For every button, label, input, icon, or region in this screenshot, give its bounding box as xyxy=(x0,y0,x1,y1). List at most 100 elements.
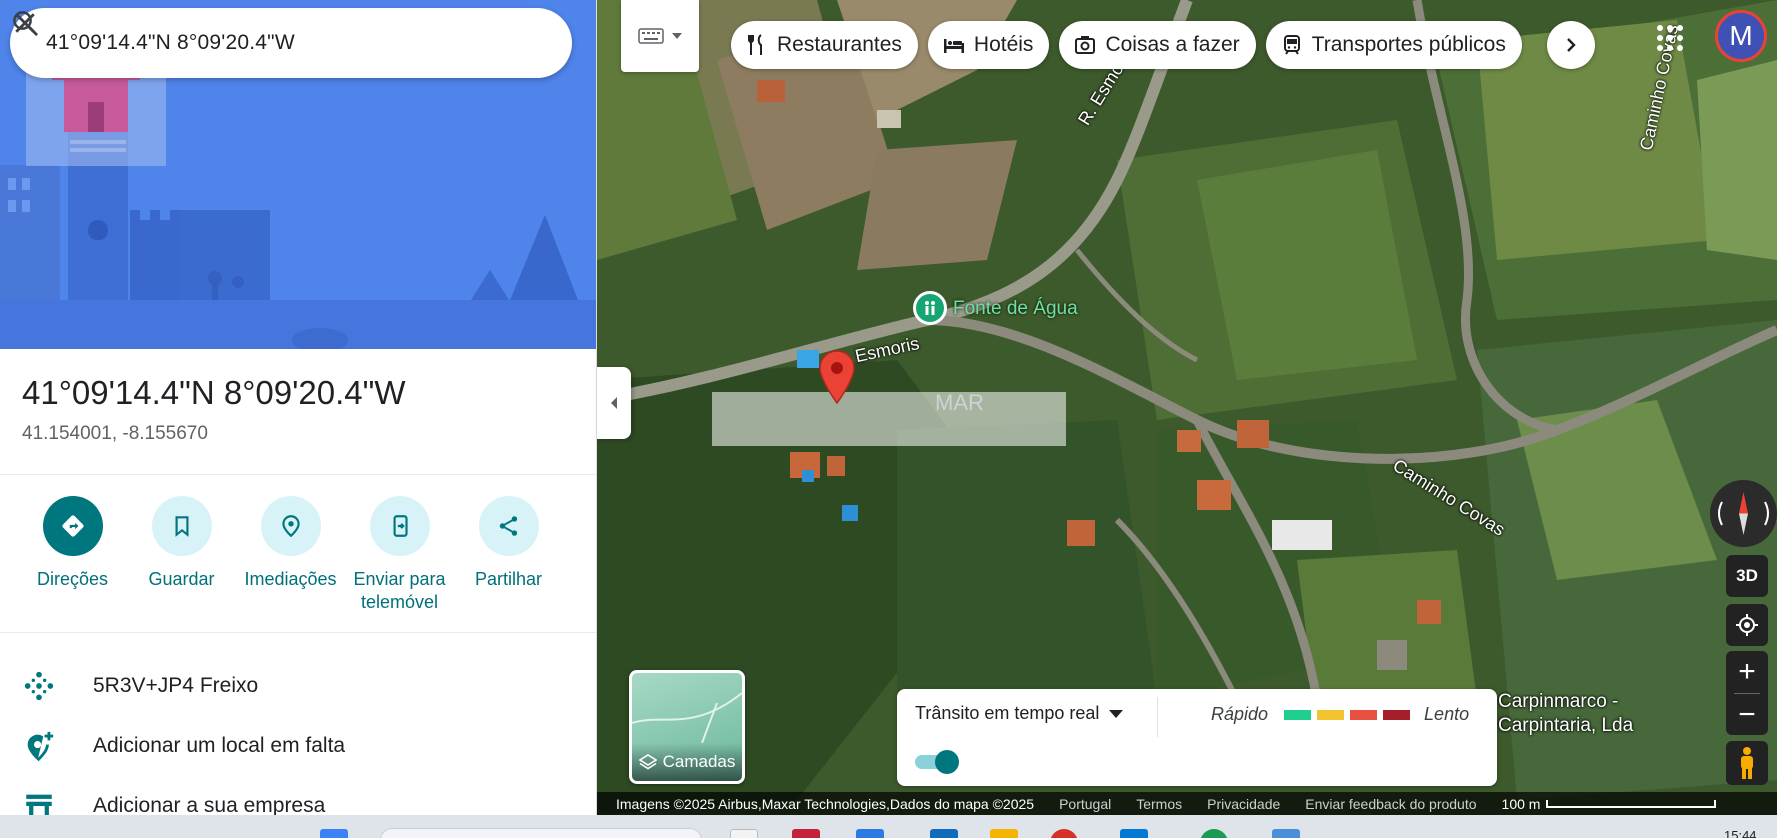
divider xyxy=(0,632,596,633)
chevron-left-icon xyxy=(611,397,617,409)
os-taskbar: 15:44 xyxy=(0,815,1777,838)
chips-next-button[interactable] xyxy=(1547,21,1595,69)
chip-things-to-do-label: Coisas a fazer xyxy=(1105,33,1240,56)
pegman-icon xyxy=(1741,747,1753,779)
taskbar-search[interactable] xyxy=(380,828,702,838)
send-to-phone-label: Enviar para telemóvel xyxy=(353,569,446,612)
store-icon xyxy=(0,789,93,815)
country-link[interactable]: Portugal xyxy=(1059,796,1111,812)
chevron-down-icon xyxy=(672,33,682,39)
terms-link[interactable]: Termos xyxy=(1136,796,1182,812)
action-bar: Direções Guardar Imediações Enviar para … xyxy=(0,496,596,614)
directions-label: Direções xyxy=(36,569,109,589)
taskbar-clock[interactable]: 15:44 xyxy=(1724,828,1757,838)
collapse-panel-button[interactable] xyxy=(597,367,631,439)
add-place-icon xyxy=(0,729,93,763)
bookmark-icon xyxy=(151,496,212,556)
add-place-text: Adicionar um local em falta xyxy=(93,734,346,757)
taskbar-app-icon[interactable] xyxy=(856,829,884,838)
nearby-button[interactable]: Imediações xyxy=(236,496,345,614)
share-button[interactable]: Partilhar xyxy=(454,496,563,614)
place-coordinates: 41.154001, -8.155670 xyxy=(22,423,208,444)
toggle-knob xyxy=(935,750,959,774)
fountain-poi-label[interactable]: Fonte de Água xyxy=(953,298,1078,320)
share-label: Partilhar xyxy=(474,569,543,589)
camera-icon xyxy=(1075,36,1096,54)
traffic-type-select[interactable]: Trânsito em tempo real xyxy=(915,703,1124,724)
nearby-icon xyxy=(260,496,321,556)
taskbar-app-icon[interactable] xyxy=(990,829,1018,838)
compass-control[interactable] xyxy=(1710,480,1777,547)
watermark-text: MAR xyxy=(935,390,984,415)
save-button[interactable]: Guardar xyxy=(127,496,236,614)
restaurant-icon xyxy=(748,34,762,55)
chip-hotels-label: Hotéis xyxy=(973,33,1034,56)
directions-icon xyxy=(42,496,103,556)
chip-transit-label: Transportes públicos xyxy=(1311,33,1506,56)
traffic-select-label: Trânsito em tempo real xyxy=(915,703,1100,723)
fountain-poi-marker[interactable] xyxy=(913,291,947,325)
toggle-3d-button[interactable]: 3D xyxy=(1726,555,1768,597)
search-input[interactable]: 41°09'14.4"N 8°09'20.4"W xyxy=(46,31,454,55)
traffic-toggle[interactable] xyxy=(915,750,959,774)
category-chips: Restaurantes Hotéis Coisas a fazer Trans… xyxy=(731,21,1522,69)
hotel-icon xyxy=(943,39,964,53)
layers-button[interactable]: Camadas xyxy=(629,670,745,784)
watermark-overlay xyxy=(712,392,1066,446)
taskbar-app-icon[interactable] xyxy=(1120,829,1148,838)
start-menu-icon[interactable] xyxy=(320,829,348,838)
imagery-attribution: Imagens ©2025 Airbus,Maxar Technologies,… xyxy=(616,795,1035,812)
scale-ruler xyxy=(1546,799,1717,808)
divider xyxy=(0,474,596,475)
plus-code-row[interactable]: 5R3V+JP4 Freixo xyxy=(0,656,596,716)
chip-things-to-do[interactable]: Coisas a fazer xyxy=(1059,21,1256,69)
scale-bar[interactable]: 100 m xyxy=(1502,796,1717,812)
privacy-link[interactable]: Privacidade xyxy=(1207,796,1280,812)
chip-transit[interactable]: Transportes públicos xyxy=(1265,21,1522,69)
taskbar-app-icon[interactable] xyxy=(930,829,958,838)
save-label: Guardar xyxy=(148,569,215,589)
feedback-link[interactable]: Enviar feedback do produto xyxy=(1305,796,1476,812)
plus-code-text: 5R3V+JP4 Freixo xyxy=(93,674,259,697)
my-location-button[interactable] xyxy=(1726,604,1768,646)
chevron-right-icon xyxy=(1567,38,1576,52)
chip-hotels[interactable]: Hotéis xyxy=(927,21,1050,69)
search-box[interactable]: 41°09'14.4"N 8°09'20.4"W xyxy=(10,8,572,78)
zoom-in-button[interactable]: + xyxy=(1726,651,1768,693)
scale-label: 100 m xyxy=(1501,795,1541,812)
layers-preview xyxy=(632,692,742,744)
send-to-phone-icon xyxy=(369,496,430,556)
traffic-color-very-slow xyxy=(1383,709,1411,720)
park-icon xyxy=(925,301,935,315)
chip-restaurants[interactable]: Restaurantes xyxy=(731,21,918,69)
divider xyxy=(1157,697,1158,737)
account-avatar[interactable]: M xyxy=(1715,10,1767,62)
attribution-bar: Imagens ©2025 Airbus,Maxar Technologies,… xyxy=(597,792,1777,815)
location-pin-icon[interactable] xyxy=(818,350,856,404)
street-view-button[interactable] xyxy=(1726,741,1768,785)
apps-grid-icon[interactable] xyxy=(1656,24,1684,52)
chrome-icon[interactable] xyxy=(1050,829,1078,838)
traffic-color-fast xyxy=(1284,709,1312,720)
directions-button[interactable]: Direções xyxy=(18,496,127,614)
add-business-row[interactable]: Adicionar a sua empresa xyxy=(0,776,596,815)
send-to-phone-button[interactable]: Enviar para telemóvel xyxy=(345,496,454,614)
place-panel: 41°09'14.4"N 8°09'20.4"W 41°09'14.4"N 8°… xyxy=(0,0,597,815)
taskbar-app-icon[interactable] xyxy=(792,829,820,838)
taskbar-app-icon[interactable] xyxy=(1272,829,1300,838)
layers-icon xyxy=(638,754,657,770)
add-business-text: Adicionar a sua empresa xyxy=(93,794,326,815)
close-icon[interactable] xyxy=(15,13,566,71)
search-icon[interactable] xyxy=(13,11,510,71)
taskbar-app-icon[interactable] xyxy=(1200,829,1228,838)
dropdown-arrow-icon xyxy=(1109,709,1124,718)
zoom-out-button[interactable]: − xyxy=(1726,694,1768,736)
input-tools-button[interactable] xyxy=(621,0,699,72)
place-hero-illustration: 41°09'14.4"N 8°09'20.4"W xyxy=(0,0,596,349)
share-icon xyxy=(478,496,539,556)
business-label[interactable]: Carpinmarco - Carpintaria, Lda xyxy=(1498,690,1633,738)
add-place-row[interactable]: Adicionar um local em falta xyxy=(0,716,596,776)
nearby-label: Imediações xyxy=(244,569,337,589)
taskbar-app-icon[interactable] xyxy=(730,829,758,838)
compass-icon xyxy=(1718,492,1769,535)
